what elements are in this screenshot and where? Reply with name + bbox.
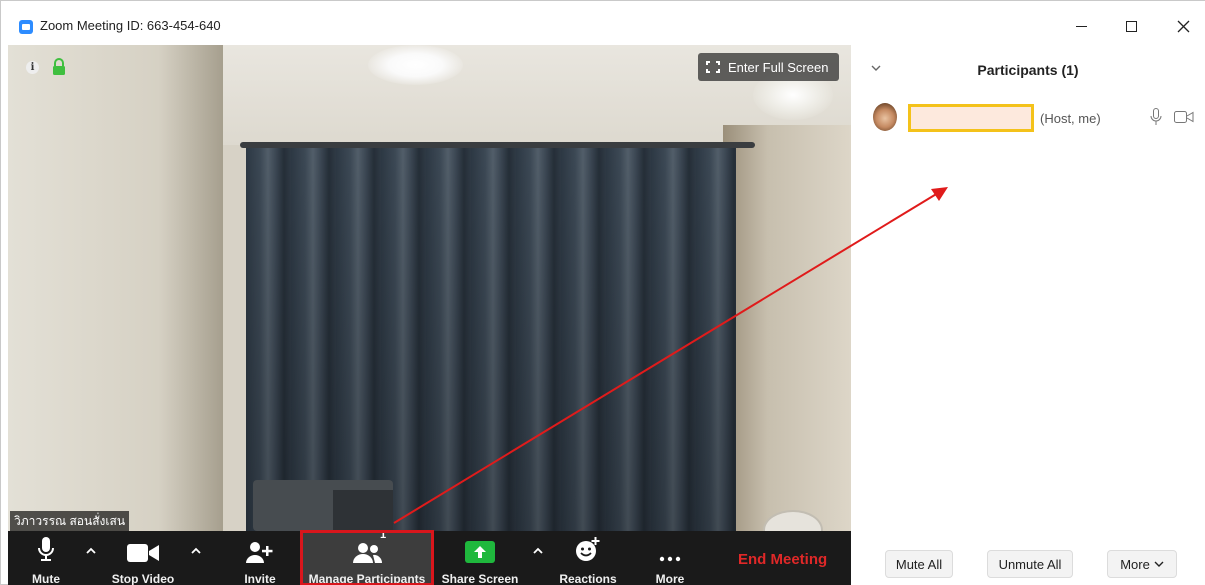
- more-dots-icon: [659, 556, 681, 562]
- participant-row[interactable]: (Host, me): [871, 103, 1201, 133]
- fullscreen-icon: [706, 61, 720, 73]
- participant-name-highlight: [908, 104, 1034, 132]
- mute-all-button[interactable]: Mute All: [885, 550, 953, 578]
- participant-role: (Host, me): [1040, 111, 1101, 126]
- invite-label: Invite: [244, 572, 276, 585]
- mute-label: Mute: [32, 572, 60, 585]
- minimize-button[interactable]: [1059, 11, 1103, 41]
- more-button[interactable]: More: [650, 531, 690, 585]
- participants-panel-title: Participants (1): [977, 62, 1079, 78]
- reactions-label: Reactions: [559, 572, 617, 585]
- curtain-shade: [246, 145, 736, 531]
- participant-microphone-icon[interactable]: [1150, 108, 1162, 126]
- info-icon[interactable]: i: [26, 61, 39, 74]
- video-wall: [723, 125, 851, 531]
- close-icon: [1177, 20, 1189, 32]
- stop-video-button[interactable]: Stop Video: [106, 531, 180, 585]
- minimize-icon: [1075, 25, 1087, 27]
- microphone-icon: [38, 537, 54, 561]
- end-meeting-button[interactable]: End Meeting: [738, 551, 827, 568]
- window-title: Zoom Meeting ID: 663-454-640: [40, 18, 221, 33]
- more-chevron-down-icon: [1154, 561, 1164, 567]
- lock-icon[interactable]: [52, 58, 66, 76]
- participant-camera-icon[interactable]: [1174, 110, 1194, 124]
- invite-button[interactable]: Invite: [238, 531, 282, 585]
- zoom-app-icon: [19, 20, 33, 34]
- maximize-icon: [1125, 20, 1137, 32]
- share-screen-button[interactable]: Share Screen: [438, 531, 522, 585]
- stop-video-label: Stop Video: [111, 572, 175, 585]
- zoom-window: Zoom Meeting ID: 663-454-640 i Enter Ful…: [0, 0, 1205, 585]
- share-options-chevron-up-icon[interactable]: [532, 545, 544, 557]
- ceiling-light: [368, 45, 463, 85]
- avatar: [873, 103, 897, 131]
- camera-icon: [127, 544, 159, 562]
- reactions-icon: [576, 537, 600, 561]
- video-area: i Enter Full Screen วิภาวรรณ สอนสั่งเสน: [8, 45, 851, 531]
- video-wall: [8, 45, 223, 531]
- video-options-chevron-up-icon[interactable]: [190, 545, 202, 557]
- audio-options-chevron-up-icon[interactable]: [85, 545, 97, 557]
- share-screen-label: Share Screen: [441, 572, 519, 585]
- add-person-icon: [246, 542, 273, 563]
- floor-object: [333, 490, 393, 531]
- manage-participants-highlight: [300, 530, 434, 585]
- maximize-button[interactable]: [1109, 11, 1153, 41]
- share-screen-icon: [465, 541, 495, 563]
- mute-button[interactable]: Mute: [24, 531, 68, 585]
- curtain-rod: [240, 142, 755, 148]
- panel-more-button[interactable]: More: [1107, 550, 1177, 578]
- enter-full-screen-button[interactable]: Enter Full Screen: [698, 53, 839, 81]
- close-button[interactable]: [1161, 11, 1205, 41]
- reactions-button[interactable]: Reactions: [556, 531, 620, 585]
- participant-name-label: วิภาวรรณ สอนสั่งเสน: [10, 511, 130, 531]
- participants-panel: Participants (1) (Host, me) Mute All Unm…: [851, 45, 1205, 585]
- enter-full-screen-label: Enter Full Screen: [728, 59, 829, 75]
- participants-panel-footer: Mute All Unmute All More: [851, 550, 1205, 580]
- title-bar: Zoom Meeting ID: 663-454-640: [1, 1, 1205, 45]
- unmute-all-button[interactable]: Unmute All: [987, 550, 1073, 578]
- more-label: More: [655, 572, 685, 585]
- panel-more-label: More: [1120, 556, 1150, 572]
